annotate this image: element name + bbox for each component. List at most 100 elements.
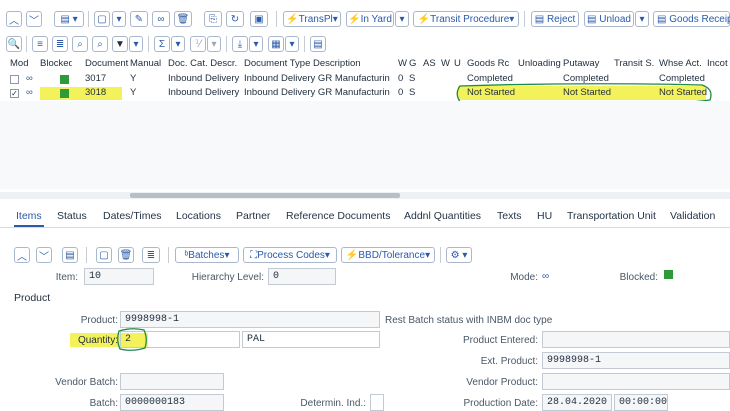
scroll-down-button[interactable]: ﹀ [26,11,42,27]
display-mode-icon: ∞ [542,271,550,282]
col-header-document[interactable]: Document [85,58,129,69]
reject-button[interactable]: ▤ Reject [531,11,579,27]
col-header-w2[interactable]: W [441,58,451,69]
display-icon[interactable]: ∞ [152,11,170,27]
layout-icon[interactable]: ▦ [268,36,284,52]
item-toolbar: ︿ ﹀ ▤ ▢ 🗑 ≣ ᵇ Batches ▾ ⛶ Process Codes ▾ … [0,246,730,264]
in-yard-menu-button[interactable]: ▾ [395,11,409,27]
find-next-icon[interactable]: ⌕ [92,36,108,52]
batches-button[interactable]: ᵇ Batches ▾ [175,247,239,263]
production-date-label: Production Date: [463,398,539,409]
tab-addnl-quantities[interactable]: Addnl Quantities [404,210,481,222]
copy-menu-button[interactable]: ▾ [112,11,126,27]
blocked-indicator-icon [60,75,69,84]
col-header-whse-act[interactable]: Whse Act. [659,58,705,69]
delete-icon[interactable]: 🗑 [174,11,192,27]
scroll-down-button[interactable]: ﹀ [36,247,52,263]
scroll-up-button[interactable]: ︿ [14,247,30,263]
vendor-batch-field[interactable] [120,373,224,390]
col-header-blocked[interactable]: Blocked [40,58,72,69]
scroll-up-button[interactable]: ︿ [6,11,22,27]
filter-menu-button[interactable]: ▾ [129,36,143,52]
details-icon[interactable]: ▤ [310,36,326,52]
vendor-product-field[interactable] [542,373,730,390]
find-icon[interactable]: ⌕ [72,36,88,52]
action-icon: ⚡ [417,13,431,25]
bbd-tolerance-button[interactable]: ⚡ BBD/Tolerance ▾ [341,247,435,263]
display-icon[interactable]: ∞ [26,87,33,98]
item-field[interactable]: 10 [84,268,154,285]
unload-button[interactable]: ▤ Unload [584,11,634,27]
subtotal-menu-button[interactable]: ▾ [207,36,221,52]
doc-cat-cell: Inbound Delivery [168,87,240,98]
layout-menu-button[interactable]: ▾ [285,36,299,52]
col-header-doc-cat[interactable]: Doc. Cat. Descr. [168,58,244,69]
col-header-manual[interactable]: Manual [130,58,166,69]
tab-locations[interactable]: Locations [176,210,221,222]
process-codes-button[interactable]: ⛶ Process Codes ▾ [243,247,337,263]
tab-validation[interactable]: Validation [670,210,715,222]
row-select-checkbox[interactable]: ✓ [10,89,19,98]
tab-items[interactable]: Items [16,210,42,222]
col-header-as[interactable]: AS [423,58,439,69]
tab-texts[interactable]: Texts [497,210,522,222]
in-yard-button[interactable]: ⚡ In Yard [346,11,394,27]
tab-dates-times[interactable]: Dates/Times [103,210,162,222]
col-header-unloading[interactable]: Unloading [518,58,562,69]
copy-icon[interactable]: ▢ [96,247,112,263]
col-header-mod[interactable]: Mod [10,58,36,69]
copy-icon[interactable]: ▢ [94,11,110,27]
refresh-doc-icon[interactable]: ⎘ [204,11,222,27]
production-time-field[interactable]: 00:00:00 [614,394,668,411]
subtotal-icon[interactable]: ⅟ [190,36,206,52]
sum-icon[interactable]: Σ [154,36,170,52]
display-icon[interactable]: ∞ [26,73,33,84]
save-icon[interactable]: ▣ [250,11,268,27]
col-header-u[interactable]: U [454,58,464,69]
zoom-icon[interactable]: 🔍 [6,36,22,52]
product-field[interactable]: 9998998-1 [120,311,380,328]
edit-icon[interactable]: ✎ [130,11,148,27]
layout-menu-button[interactable]: ▤ ▾ [54,11,84,27]
col-header-putaway[interactable]: Putaway [563,58,611,69]
align-left-icon[interactable]: ≡ [32,36,48,52]
row-select-checkbox[interactable] [10,75,19,84]
export-icon[interactable]: ⤓ [232,36,248,52]
tab-hu[interactable]: HU [537,210,552,222]
batch-field[interactable]: 0000000183 [120,394,224,411]
goods-receipt-button[interactable]: ▤ Goods Receipt [653,11,730,27]
document-cell[interactable]: 3017 [85,73,106,84]
document-cell[interactable]: 3018 [85,87,106,98]
horizontal-scrollbar[interactable] [0,192,730,199]
align-center-icon[interactable]: ≣ [52,36,68,52]
col-header-doc-type[interactable]: Document Type Description [244,58,396,69]
hierarchy-level-label: Hierarchy Level: [191,272,264,283]
tab-transportation-unit[interactable]: Transportation Unit [567,210,656,222]
sum-menu-button[interactable]: ▾ [171,36,185,52]
production-date-field[interactable]: 28.04.2020 [542,394,612,411]
transit-procedure-button[interactable]: ⚡ Transit Procedure ▾ [413,11,519,27]
tab-partner[interactable]: Partner [236,210,270,222]
ext-product-field[interactable]: 9998998-1 [542,352,730,369]
product-entered-field[interactable] [542,331,730,348]
col-header-goods-receipt[interactable]: Goods Rc [467,58,517,69]
settings-menu-button[interactable]: ⚙ ▾ [446,247,472,263]
col-header-g[interactable]: G [409,58,419,69]
uom-field[interactable]: PAL [242,331,380,348]
filter-icon[interactable]: ▼ [112,36,128,52]
tab-status[interactable]: Status [57,210,87,222]
scrollbar-thumb[interactable] [130,193,400,198]
refresh-icon[interactable]: ↻ [226,11,244,27]
split-icon[interactable]: ≣ [142,247,160,263]
tab-reference-documents[interactable]: Reference Documents [286,210,390,222]
col-header-incoterms[interactable]: Incot [707,58,730,69]
export-menu-button[interactable]: ▾ [249,36,263,52]
layout-icon[interactable]: ▤ [62,247,78,263]
col-header-w[interactable]: W [398,58,408,69]
unload-menu-button[interactable]: ▾ [635,11,649,27]
determin-ind-checkbox[interactable] [370,394,384,411]
col-header-transit-status[interactable]: Transit S. [614,58,658,69]
transport-planning-button[interactable]: ⚡ TransPl ▾ [283,11,341,27]
hierarchy-level-field[interactable]: 0 [268,268,336,285]
delete-icon[interactable]: 🗑 [118,247,134,263]
